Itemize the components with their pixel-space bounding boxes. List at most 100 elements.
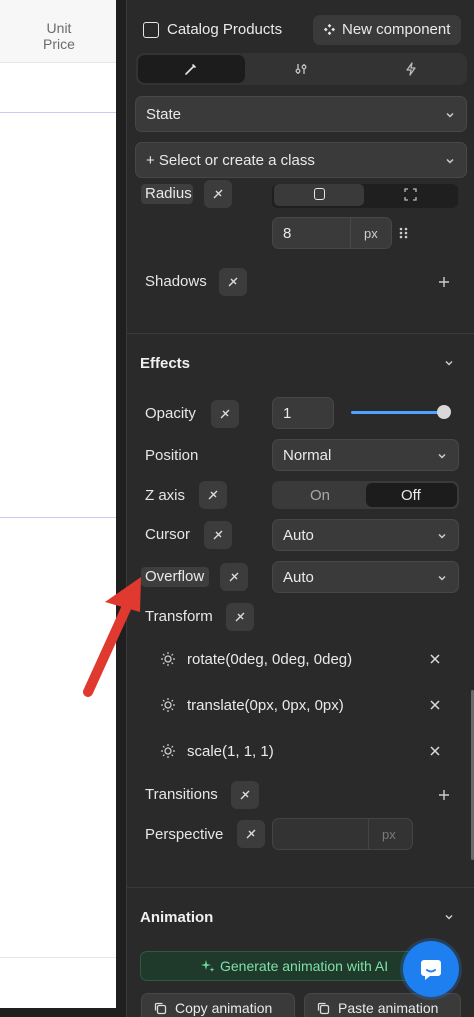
z-axis-bind-button[interactable]	[199, 481, 227, 509]
link-icon	[208, 490, 218, 500]
overflow-value: Auto	[283, 569, 314, 586]
transitions-label: Transitions	[145, 786, 218, 803]
copy-animation-button[interactable]: Copy animation	[141, 993, 295, 1017]
z-axis-off-option[interactable]: Off	[366, 483, 457, 507]
radius-value: 8	[283, 225, 292, 242]
position-value: Normal	[283, 447, 332, 464]
link-icon	[246, 829, 256, 839]
link-icon	[235, 612, 245, 622]
divider	[350, 218, 351, 248]
state-select[interactable]: State	[135, 96, 467, 132]
z-axis-on-option[interactable]: On	[310, 487, 330, 504]
close-icon[interactable]	[430, 746, 440, 756]
cursor-bind-button[interactable]	[204, 521, 232, 549]
transform-item[interactable]: rotate(0deg, 0deg, 0deg)	[127, 645, 467, 675]
row-divider	[0, 112, 116, 113]
link-icon	[213, 189, 223, 199]
class-select-label: + Select or create a class	[146, 152, 315, 169]
link-icon	[228, 277, 238, 287]
perspective-unit: px	[382, 827, 396, 842]
corners-icon	[404, 188, 417, 201]
row-divider	[0, 517, 116, 518]
radius-bind-button[interactable]	[204, 180, 232, 208]
transform-item-label: scale(1, 1, 1)	[187, 743, 274, 760]
canvas-area: Unit Price	[0, 0, 126, 1017]
radius-uniform-option[interactable]	[274, 184, 364, 206]
overflow-label-chip[interactable]: Overflow	[141, 567, 209, 587]
effects-title: Effects	[140, 355, 191, 372]
cursor-label: Cursor	[145, 526, 191, 543]
sun-icon	[161, 652, 175, 666]
component-title: Catalog Products	[167, 21, 283, 38]
help-chat-button[interactable]	[403, 941, 459, 997]
link-icon	[229, 572, 239, 582]
overflow-select[interactable]: Auto	[272, 561, 459, 593]
close-icon[interactable]	[430, 700, 440, 710]
section-divider	[127, 887, 474, 888]
paste-icon	[317, 1002, 330, 1015]
overflow-bind-button[interactable]	[220, 563, 248, 591]
perspective-label: Perspective	[145, 826, 224, 843]
opacity-slider-track[interactable]	[351, 411, 443, 414]
paste-animation-button[interactable]: Paste animation	[304, 993, 461, 1017]
chevron-down-icon	[446, 158, 454, 164]
copy-icon	[154, 1002, 167, 1015]
opacity-bind-button[interactable]	[211, 400, 239, 428]
divider	[368, 819, 369, 849]
position-select[interactable]: Normal	[272, 439, 459, 471]
transform-item-label: rotate(0deg, 0deg, 0deg)	[187, 651, 353, 668]
transform-item[interactable]: scale(1, 1, 1)	[127, 737, 467, 767]
generate-animation-button[interactable]: Generate animation with AI	[140, 951, 440, 981]
chevron-down-icon	[438, 533, 446, 539]
section-divider	[127, 333, 474, 334]
perspective-bind-button[interactable]	[237, 820, 265, 848]
link-icon	[240, 790, 250, 800]
transitions-bind-button[interactable]	[231, 781, 259, 809]
shadows-bind-button[interactable]	[219, 268, 247, 296]
component-checkbox[interactable]	[143, 22, 159, 38]
transform-item[interactable]: translate(0px, 0px, 0px)	[127, 691, 467, 721]
radius-mode-toggle[interactable]	[272, 184, 458, 208]
brush-icon	[185, 64, 196, 75]
chevron-down-icon[interactable]	[443, 357, 455, 369]
position-label: Position	[145, 447, 199, 464]
link-icon	[220, 409, 230, 419]
z-axis-off-label: Off	[401, 487, 421, 504]
opacity-input[interactable]: 1	[272, 397, 334, 429]
sun-icon	[161, 744, 175, 758]
add-transition-icon[interactable]	[438, 789, 450, 801]
class-select[interactable]: + Select or create a class	[135, 142, 467, 178]
chevron-down-icon	[438, 575, 446, 581]
drag-handle-icon[interactable]	[399, 227, 409, 239]
sliders-icon	[295, 64, 307, 74]
opacity-slider-thumb[interactable]	[437, 405, 451, 419]
close-icon[interactable]	[430, 654, 440, 664]
z-axis-toggle[interactable]: On Off	[272, 481, 459, 509]
sparkle-icon	[201, 960, 215, 972]
chevron-down-icon[interactable]	[443, 911, 455, 923]
transform-bind-button[interactable]	[226, 603, 254, 631]
tab-bar	[136, 53, 467, 85]
row-divider	[0, 957, 116, 958]
new-component-label: New component	[342, 21, 451, 38]
radius-label-chip[interactable]: Radius	[141, 184, 193, 204]
square-icon	[314, 188, 325, 200]
tab-interactions[interactable]	[357, 55, 465, 83]
tab-settings[interactable]	[248, 55, 354, 83]
state-select-label: State	[146, 106, 182, 123]
properties-panel: Catalog Products New component State + S…	[126, 0, 474, 1017]
copy-animation-label: Copy animation	[175, 1000, 273, 1016]
radius-input[interactable]: 8 px	[272, 217, 392, 249]
opacity-label: Opacity	[145, 405, 196, 422]
new-component-button[interactable]: New component	[313, 15, 461, 45]
transform-item-label: translate(0px, 0px, 0px)	[187, 697, 344, 714]
table-preview: Unit Price	[0, 0, 116, 1008]
cursor-select[interactable]: Auto	[272, 519, 459, 551]
add-shadow-icon[interactable]	[438, 276, 450, 288]
bolt-icon	[406, 62, 416, 76]
radius-unit: px	[364, 226, 378, 241]
component-icon	[323, 23, 336, 36]
column-header: Unit Price	[0, 0, 116, 63]
tab-style[interactable]	[138, 55, 245, 83]
perspective-input[interactable]: px	[272, 818, 413, 850]
